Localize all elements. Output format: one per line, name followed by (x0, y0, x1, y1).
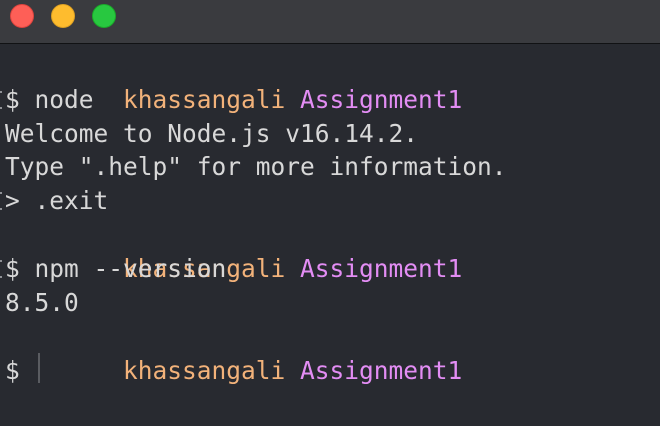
command-line: $ npm --version (0, 252, 226, 286)
output-line: 8.5.0 (0, 286, 89, 320)
current-command-input[interactable]: $ (5, 354, 35, 388)
prompt-user: khassangali (123, 85, 286, 114)
minimize-button[interactable] (51, 4, 75, 28)
prompt-directory: Assignment1 (300, 356, 463, 385)
command-line: > .exit (0, 184, 108, 218)
prompt-directory: Assignment1 (300, 254, 463, 283)
command-marker-icon (0, 260, 2, 278)
terminal-window: khassangali Assignment1 $ node Welcome t… (0, 0, 660, 426)
command-text: $ node (5, 85, 94, 114)
command-marker-icon (0, 192, 2, 210)
close-button[interactable] (10, 4, 34, 28)
command-text: $ npm --version (5, 254, 227, 283)
prompt-directory: Assignment1 (300, 85, 463, 114)
output-text: Welcome to Node.js v16.14.2. (5, 119, 419, 148)
prompt-user: khassangali (123, 356, 286, 385)
prompt-line: khassangali Assignment1 (0, 49, 462, 114)
command-line: $ node (0, 83, 94, 117)
prompt-line: khassangali Assignment1 (0, 218, 462, 283)
terminal-output[interactable]: khassangali Assignment1 $ node Welcome t… (0, 48, 660, 426)
output-text: 8.5.0 (5, 288, 79, 317)
command-line[interactable]: $ (0, 354, 89, 388)
output-text: Type ".help" for more information. (5, 152, 507, 181)
maximize-button[interactable] (92, 4, 116, 28)
output-line: Type ".help" for more information. (0, 150, 507, 184)
command-text: > .exit (5, 186, 109, 215)
command-marker-icon (0, 91, 2, 109)
output-line: Welcome to Node.js v16.14.2. (0, 117, 418, 151)
text-cursor (38, 353, 40, 383)
title-bar (0, 0, 660, 44)
prompt-line: khassangali Assignment1 (0, 320, 462, 385)
